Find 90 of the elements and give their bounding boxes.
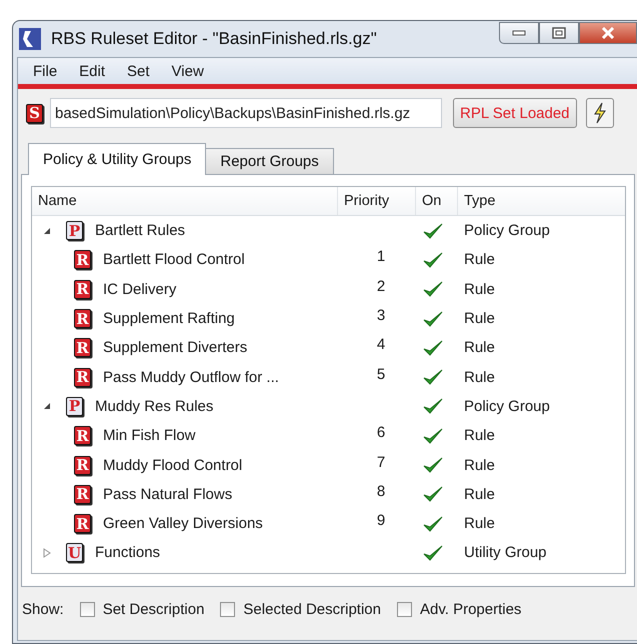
priority-value: 7 xyxy=(376,454,386,471)
item-type: Rule xyxy=(464,280,495,298)
maximize-icon xyxy=(552,27,566,39)
item-type: Rule xyxy=(464,310,495,328)
item-name[interactable]: Green Valley Diversions xyxy=(103,515,263,532)
item-badge-icon: R xyxy=(74,456,91,475)
check-icon[interactable] xyxy=(422,250,444,269)
item-name[interactable]: Pass Muddy Outflow for ... xyxy=(103,368,279,386)
item-badge-icon: R xyxy=(74,368,91,387)
item-type: Policy Group xyxy=(464,398,550,415)
collapse-arrow-icon[interactable] xyxy=(42,401,52,412)
expand-arrow-icon[interactable] xyxy=(42,548,52,558)
close-icon xyxy=(601,27,615,39)
item-type: Policy Group xyxy=(464,222,550,240)
priority-value: 2 xyxy=(376,278,386,295)
status-button[interactable]: RPL Set Loaded xyxy=(453,98,577,128)
priority-value: 1 xyxy=(376,248,386,266)
menu-item[interactable]: File xyxy=(22,62,68,80)
show-label: Show: xyxy=(22,601,64,618)
checkbox-label[interactable]: Adv. Properties xyxy=(420,601,522,618)
lightning-icon xyxy=(592,102,607,124)
item-badge-icon: R xyxy=(74,250,91,270)
check-icon[interactable] xyxy=(422,280,444,298)
item-type: Rule xyxy=(464,368,495,386)
check-icon[interactable] xyxy=(422,368,444,386)
item-type: Rule xyxy=(464,251,495,268)
item-name[interactable]: Supplement Diverters xyxy=(103,339,248,356)
check-icon[interactable] xyxy=(422,310,444,328)
check-icon[interactable] xyxy=(422,514,444,533)
item-name[interactable]: Muddy Res Rules xyxy=(95,398,214,415)
check-icon[interactable] xyxy=(422,544,444,562)
item-badge-icon: P xyxy=(66,396,83,416)
checkbox[interactable] xyxy=(220,602,236,617)
item-name[interactable]: Bartlett Rules xyxy=(95,222,186,240)
priority-value: 9 xyxy=(376,512,386,530)
item-name[interactable]: IC Delivery xyxy=(103,280,176,298)
menu-item[interactable]: Edit xyxy=(68,62,116,80)
item-badge-icon: R xyxy=(74,426,91,446)
item-type: Rule xyxy=(464,486,495,503)
item-name[interactable]: Muddy Flood Control xyxy=(103,456,242,474)
priority-value: 8 xyxy=(376,482,386,500)
check-icon[interactable] xyxy=(422,338,444,357)
item-name[interactable]: Pass Natural Flows xyxy=(103,486,232,503)
item-type: Rule xyxy=(464,456,495,474)
app-logo-icon xyxy=(19,28,41,50)
path-field[interactable]: basedSimulation\Policy\Backups\BasinFinished.rls.gz xyxy=(50,98,442,128)
priority-value: 4 xyxy=(376,336,386,354)
minimize-button[interactable] xyxy=(499,22,539,44)
check-icon[interactable] xyxy=(422,397,444,416)
item-type: Rule xyxy=(464,515,495,532)
set-badge-icon: S xyxy=(26,104,43,122)
checkbox-label[interactable]: Set Description xyxy=(102,601,204,618)
priority-value: 3 xyxy=(376,307,386,324)
item-name[interactable]: Bartlett Flood Control xyxy=(103,251,245,268)
close-button[interactable] xyxy=(579,22,637,44)
item-name[interactable]: Min Fish Flow xyxy=(103,427,196,444)
checkbox-label[interactable]: Selected Description xyxy=(243,601,381,618)
lightning-button[interactable] xyxy=(586,98,614,128)
item-badge-icon: R xyxy=(74,514,91,534)
item-type: Rule xyxy=(464,427,495,444)
checkbox[interactable] xyxy=(397,602,412,617)
item-badge-icon: R xyxy=(74,338,91,358)
tab[interactable]: Policy & Utility Groups xyxy=(28,143,206,175)
column-header[interactable]: Priority xyxy=(338,187,416,215)
item-type: Rule xyxy=(464,339,495,356)
check-icon[interactable] xyxy=(422,222,444,240)
collapse-arrow-icon[interactable] xyxy=(42,226,52,236)
column-header[interactable]: Type xyxy=(458,187,618,215)
item-badge-icon: P xyxy=(66,221,83,240)
checkbox[interactable] xyxy=(80,602,95,617)
item-badge-icon: R xyxy=(74,309,91,328)
item-name[interactable]: Supplement Rafting xyxy=(103,310,235,328)
item-badge-icon: R xyxy=(74,484,91,504)
window-title: RBS Ruleset Editor - "BasinFinished.rls.gz" xyxy=(51,29,377,49)
priority-value: 5 xyxy=(376,366,386,383)
tab[interactable]: Report Groups xyxy=(205,148,334,174)
item-type: Utility Group xyxy=(464,544,547,562)
column-header[interactable]: On xyxy=(416,187,458,215)
check-icon[interactable] xyxy=(422,485,444,504)
check-icon[interactable] xyxy=(422,456,444,474)
item-badge-icon: R xyxy=(74,280,91,299)
check-icon[interactable] xyxy=(422,426,444,445)
minimize-icon xyxy=(512,29,526,37)
maximize-button[interactable] xyxy=(539,22,579,44)
item-badge-icon: U xyxy=(66,543,83,562)
item-name[interactable]: Functions xyxy=(95,544,160,562)
menu-item[interactable]: View xyxy=(160,62,215,80)
menu-item[interactable]: Set xyxy=(116,62,161,80)
column-header[interactable]: Name xyxy=(32,187,338,215)
priority-value: 6 xyxy=(376,424,386,442)
